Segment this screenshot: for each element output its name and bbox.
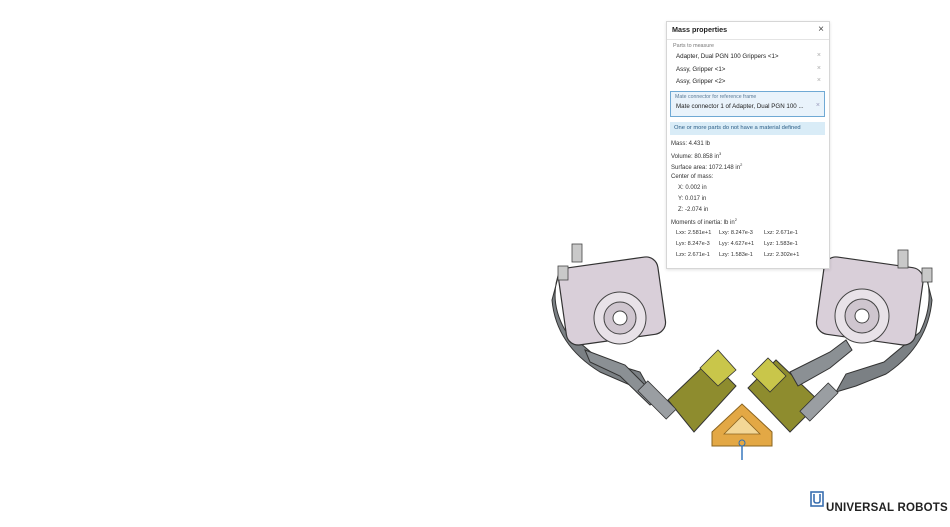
mate-connector-value: Mate connector 1 of Adapter, Dual PGN 10…: [676, 103, 804, 110]
logo-text: UNIVERSAL ROBOTS: [826, 502, 948, 514]
close-icon[interactable]: ×: [818, 24, 824, 36]
right-fitting-2: [921, 267, 933, 283]
volume-value: Volume: 80.858 in3: [671, 151, 722, 160]
moments-text: Moments of inertia: lb in: [671, 220, 735, 226]
parts-label: Parts to measure: [673, 43, 715, 49]
mass-text: Mass: 4.431 lb: [671, 141, 711, 147]
moment-value: Lzy: 1.583e-1: [719, 252, 753, 258]
remove-icon[interactable]: ×: [817, 65, 821, 73]
part-item[interactable]: Assy, Gripper <2> ×: [671, 76, 825, 87]
moment-value: Lxz: 2.671e-1: [764, 230, 798, 236]
remove-icon[interactable]: ×: [816, 102, 820, 110]
remove-icon[interactable]: ×: [817, 52, 821, 60]
part-item-label: Assy, Gripper <1>: [676, 66, 726, 73]
part-item-label: Assy, Gripper <2>: [676, 78, 726, 85]
mate-connector-field[interactable]: Mate connector for reference frame Mate …: [670, 91, 825, 117]
surface-area-value: Surface area: 1072.148 in2: [671, 162, 743, 171]
mate-connector-label: Mate connector for reference frame: [675, 94, 757, 100]
right-gripper-hole: [854, 308, 870, 324]
panel-header: Mass properties ×: [667, 22, 829, 40]
left-gripper[interactable]: [551, 243, 737, 433]
surface-text: Surface area: 1072.148 in: [671, 165, 741, 171]
left-fitting-1: [571, 243, 583, 263]
remove-icon[interactable]: ×: [817, 77, 821, 85]
moment-value: Lyz: 1.583e-1: [764, 241, 798, 247]
moment-value: Lzx: 2.671e-1: [676, 252, 710, 258]
moment-value: Lyx: 8.247e-3: [676, 241, 710, 247]
right-gripper[interactable]: [747, 249, 933, 433]
mass-value: Mass: 4.431 lb: [671, 141, 710, 148]
material-notice: One or more parts do not have a material…: [670, 122, 825, 135]
gripper-assembly[interactable]: [551, 243, 933, 460]
left-gripper-hole: [612, 310, 628, 326]
panel-title: Mass properties: [672, 25, 728, 34]
center-z: Z: -2.074 in: [678, 207, 709, 213]
left-fitting-2: [557, 265, 569, 281]
moment-value: Lzz: 2.302e+1: [764, 252, 800, 258]
moment-value: Lyy: 4.627e+1: [719, 241, 755, 247]
volume-text: Volume: 80.858 in: [671, 154, 720, 160]
center-y: Y: 0.017 in: [678, 196, 707, 202]
center-of-mass-label: Center of mass:: [671, 174, 714, 180]
center-x: X: 0.002 in: [678, 185, 707, 191]
part-item[interactable]: Adapter, Dual PGN 100 Grippers <1> ×: [671, 51, 825, 62]
part-item-label: Adapter, Dual PGN 100 Grippers <1>: [676, 53, 779, 60]
universal-robots-logo: UNIVERSAL ROBOTS: [810, 491, 948, 517]
part-item[interactable]: Assy, Gripper <1> ×: [671, 64, 825, 75]
moment-value: Lxx: 2.581e+1: [676, 230, 712, 236]
moment-value: Lxy: 8.247e-3: [719, 230, 753, 236]
moments-label: Moments of inertia: lb in2: [671, 217, 737, 226]
mass-properties-panel: Mass properties × Parts to measure Adapt…: [666, 21, 830, 269]
ur-logo-icon: [810, 491, 824, 507]
right-fitting-1: [897, 249, 909, 269]
